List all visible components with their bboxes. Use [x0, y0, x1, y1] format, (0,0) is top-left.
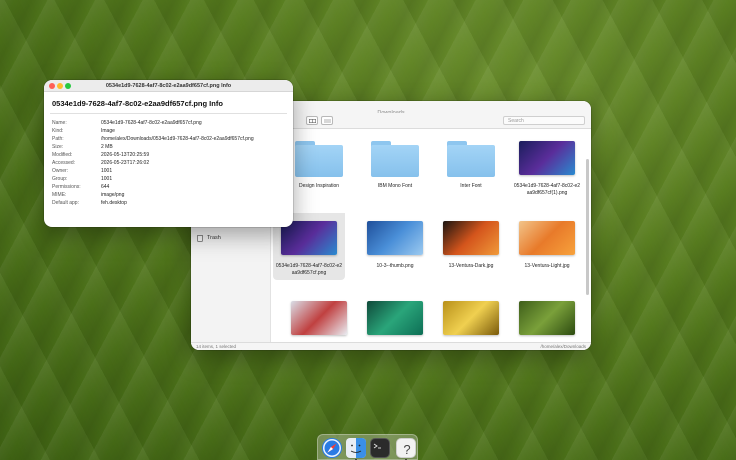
image-item[interactable]: 13-Ventura-Light.jpg: [511, 213, 583, 273]
folder-item[interactable]: IBM Mono Font: [359, 133, 431, 193]
image-item[interactable]: [435, 293, 507, 341]
search-placeholder: Search: [508, 118, 524, 124]
info-value: 0534e1d9-7628-4af7-8c02-e2aa9df657cf.png: [101, 120, 202, 126]
image-thumbnail: [443, 221, 499, 255]
column-view-icon: [309, 119, 316, 123]
image-item[interactable]: 10-3--thumb.png: [359, 213, 431, 273]
item-label: 13-Ventura-Dark.jpg: [448, 263, 494, 269]
item-label: 13-Ventura-Light.jpg: [524, 263, 570, 269]
image-item[interactable]: 13-Ventura-Dark.jpg: [435, 213, 507, 273]
finder-face-icon: [346, 438, 366, 458]
info-window-title: 0534e1d9-7628-4af7-8c02-e2aa9df657cf.png…: [105, 83, 232, 89]
column-view-button[interactable]: [306, 116, 318, 125]
scrollbar[interactable]: [586, 159, 589, 295]
safari-icon[interactable]: [322, 438, 342, 458]
info-key: Name:: [52, 120, 67, 126]
folder-item[interactable]: Design Inspiration: [283, 133, 355, 193]
info-key: Kind:: [52, 128, 64, 134]
image-thumbnail: [281, 221, 337, 255]
image-item[interactable]: 0534e1d9-7628-4af7-8c02-e2aa9df657cf(1).…: [511, 133, 583, 200]
info-value: 1001: [101, 176, 113, 182]
info-value: Image: [101, 128, 115, 134]
image-thumbnail: [519, 141, 575, 175]
info-value: image/png: [101, 192, 125, 198]
gallery-view-icon: [324, 119, 331, 123]
image-thumbnail: [519, 301, 575, 335]
help-icon[interactable]: ?: [396, 438, 416, 458]
file-grid: Design Inspiration IBM Mono Font Inter F…: [271, 129, 591, 342]
image-thumbnail: [291, 301, 347, 335]
info-key: Modified:: [52, 152, 73, 158]
info-key: Permissions:: [52, 184, 81, 190]
sidebar-item-label: Trash: [207, 235, 221, 241]
folder-icon: [295, 141, 343, 177]
image-thumbnail: [519, 221, 575, 255]
item-label: 10-3--thumb.png: [376, 263, 414, 269]
folder-icon: [371, 141, 419, 177]
finder-icon[interactable]: [346, 438, 366, 458]
item-label: 0534e1d9-7628-4af7-8c02-e2aa9df657cf(1).…: [513, 183, 581, 196]
item-label: Design Inspiration: [298, 183, 340, 189]
folder-icon: [447, 141, 495, 177]
info-key: Path:: [52, 136, 64, 142]
info-key: Size:: [52, 144, 64, 150]
item-label: 0534e1d9-7628-4af7-8c02-e2aa9df657cf.png: [275, 263, 343, 276]
info-value: /home/alex/Downloads/0534e1d9-7628-4af7-…: [101, 136, 254, 142]
info-key: Accessed:: [52, 160, 76, 166]
info-value: 1001: [101, 168, 113, 174]
info-key: Default app:: [52, 200, 79, 206]
finder-statusbar: 14 items, 1 selected /home/alex/Download…: [191, 342, 591, 350]
dock: ?: [317, 434, 418, 460]
image-thumbnail: [367, 221, 423, 255]
status-path: /home/alex/Downloads: [540, 344, 586, 349]
info-titlebar[interactable]: 0534e1d9-7628-4af7-8c02-e2aa9df657cf.png…: [44, 80, 293, 92]
image-thumbnail: [367, 301, 423, 335]
info-key: MIME:: [52, 192, 67, 198]
folder-item[interactable]: Inter Font: [435, 133, 507, 193]
item-label: Inter Font: [460, 183, 482, 189]
info-key: Group:: [52, 176, 68, 182]
question-mark-icon: ?: [403, 442, 410, 457]
divider: [50, 113, 287, 114]
svg-text:?: ?: [403, 442, 410, 457]
gallery-view-button[interactable]: [321, 116, 333, 125]
prompt-icon: [373, 443, 381, 449]
info-value: 644: [101, 184, 110, 190]
info-heading: 0534e1d9-7628-4af7-8c02-e2aa9df657cf.png…: [52, 99, 223, 108]
info-value: feh.desktop: [101, 200, 127, 206]
info-value: 2026-05-23T17:26:02: [101, 160, 150, 166]
sidebar-item-trash[interactable]: Trash: [197, 233, 221, 243]
status-item-count: 14 items, 1 selected: [196, 344, 237, 349]
info-value: 2026-05-13T20:25:59: [101, 152, 150, 158]
info-value: 2 MB: [101, 144, 113, 150]
image-item[interactable]: [359, 293, 431, 341]
trash-icon: [197, 234, 203, 242]
item-label: IBM Mono Font: [377, 183, 413, 189]
image-thumbnail: [443, 301, 499, 335]
info-key: Owner:: [52, 168, 69, 174]
image-item[interactable]: [511, 293, 583, 341]
file-info-window: 0534e1d9-7628-4af7-8c02-e2aa9df657cf.png…: [44, 80, 293, 227]
compass-icon: [323, 439, 341, 457]
search-input[interactable]: Search: [503, 116, 585, 125]
image-item[interactable]: [283, 293, 355, 341]
terminal-icon[interactable]: [370, 438, 390, 458]
